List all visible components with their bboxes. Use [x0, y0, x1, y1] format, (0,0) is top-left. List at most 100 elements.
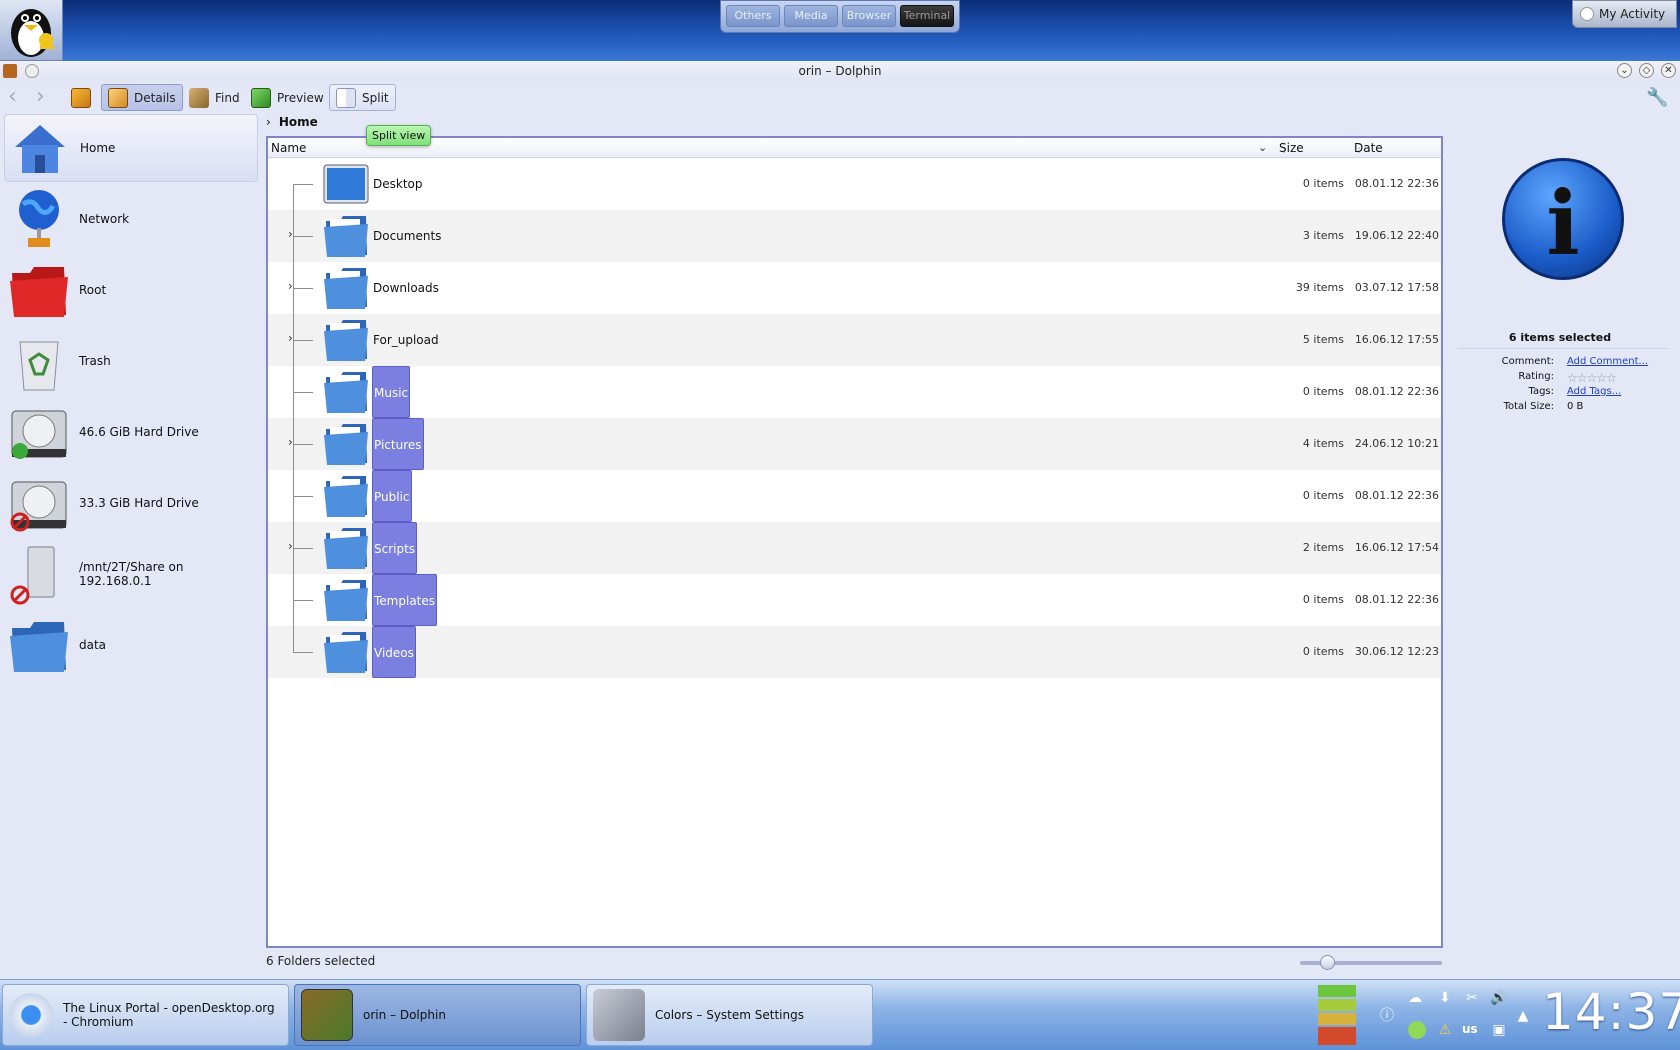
forward-icon[interactable]: › [36, 86, 45, 108]
place-data[interactable]: data [4, 611, 258, 679]
table-row[interactable]: › Scripts 2 items 16.06.12 17:54 [268, 522, 1441, 574]
table-row[interactable]: Desktop 0 items 08.01.12 22:36 [268, 158, 1441, 210]
file-size: 2 items [1302, 541, 1344, 554]
column-size[interactable]: Size [1279, 141, 1304, 155]
column-header: Name ⌄ ⋮ Size ⋮ Date [268, 138, 1441, 158]
desktop-others[interactable]: Others [726, 5, 780, 27]
titlebar[interactable]: orin – Dolphin ⌄ ◇ ✕ [0, 61, 1680, 81]
file-size: 0 items [1302, 489, 1344, 502]
battery-icon[interactable]: ▣ [1490, 1021, 1508, 1039]
find-button[interactable]: Find [183, 84, 246, 111]
file-name[interactable]: Templates [372, 574, 438, 626]
place-trash[interactable]: Trash [4, 327, 258, 395]
place-network[interactable]: Network [4, 185, 258, 253]
table-row[interactable]: › For_upload 5 items 16.06.12 17:55 [268, 314, 1441, 366]
info-notification-icon[interactable]: ⓘ [1378, 1007, 1396, 1025]
file-date: 08.01.12 22:36 [1354, 593, 1439, 606]
split-button[interactable]: Split [329, 84, 396, 111]
file-date: 16.06.12 17:55 [1354, 333, 1439, 346]
keyboard-layout[interactable]: us [1462, 1022, 1478, 1036]
rating-stars[interactable]: ☆☆☆☆☆ [1567, 371, 1617, 385]
network-share-icon [8, 543, 70, 605]
desktop-browser[interactable]: Browser [842, 5, 896, 27]
file-name[interactable]: For_upload [372, 314, 440, 366]
file-name[interactable]: Scripts [372, 522, 418, 574]
tray-expand-icon[interactable]: ▲ [1514, 1007, 1532, 1025]
minimize-icon[interactable]: ⌄ [1617, 63, 1632, 78]
desktop-media[interactable]: Media [784, 5, 838, 27]
cpu-monitor-icon[interactable] [1318, 985, 1356, 1045]
place-home[interactable]: Home [4, 114, 258, 182]
file-name[interactable]: Downloads [372, 262, 440, 314]
folder-icon [322, 629, 370, 675]
preview-button[interactable]: Preview [245, 84, 330, 111]
file-view[interactable]: Name ⌄ ⋮ Size ⋮ Date Desktop 0 items 08.01… [266, 136, 1443, 948]
desktop-terminal[interactable]: Terminal [900, 5, 954, 27]
task-label: The Linux Portal - openDesktop.org - Chr… [63, 1001, 275, 1029]
zoom-slider[interactable] [1300, 955, 1442, 970]
place-network-share[interactable]: /mnt/2T/Share on 192.168.0.1 [4, 540, 258, 608]
activity-label: My Activity [1599, 7, 1666, 21]
expand-chevron-icon[interactable]: › [288, 435, 293, 449]
place-hard-drive-46[interactable]: 46.6 GiB Hard Drive [4, 398, 258, 466]
file-name[interactable]: Pictures [372, 418, 424, 470]
table-row[interactable]: Templates 0 items 08.01.12 22:36 [268, 574, 1441, 626]
add-comment-link[interactable]: Add Comment... [1567, 356, 1648, 367]
file-date: 03.07.12 17:58 [1354, 281, 1439, 294]
table-row[interactable]: › Documents 3 items 19.06.12 22:40 [268, 210, 1441, 262]
table-row[interactable]: › Downloads 39 items 03.07.12 17:58 [268, 262, 1441, 314]
file-name[interactable]: Videos [372, 626, 416, 678]
updates-warning-icon[interactable]: ⚠ [1436, 1021, 1454, 1039]
clock[interactable]: 14:37 [1542, 983, 1680, 1041]
file-size: 0 items [1302, 593, 1344, 606]
table-row[interactable]: Public 0 items 08.01.12 22:36 [268, 470, 1441, 522]
table-row[interactable]: Videos 0 items 30.06.12 12:23 [268, 626, 1441, 678]
table-row[interactable]: Music 0 items 08.01.12 22:36 [268, 366, 1441, 418]
back-icon[interactable]: ‹ [8, 86, 17, 108]
task-chromium[interactable]: The Linux Portal - openDesktop.org - Chr… [2, 984, 289, 1046]
file-size: 0 items [1302, 385, 1344, 398]
expand-chevron-icon[interactable]: › [288, 279, 293, 293]
dolphin-icon [301, 989, 353, 1041]
file-name[interactable]: Public [372, 470, 412, 522]
details-view-button[interactable]: Details [101, 84, 183, 111]
find-label: Find [215, 90, 240, 105]
folder-icon [8, 614, 70, 676]
wrench-settings-icon[interactable]: 🔧 [1646, 87, 1668, 109]
network-status-icon[interactable] [1408, 1021, 1426, 1039]
total-size-value: 0 B [1567, 401, 1584, 412]
breadcrumb-home[interactable]: Home [279, 115, 318, 129]
file-name[interactable]: Desktop [372, 158, 424, 210]
task-dolphin[interactable]: orin – Dolphin [294, 984, 581, 1046]
sort-chevron-down-icon[interactable]: ⌄ [1258, 141, 1267, 154]
expand-chevron-icon[interactable]: › [288, 331, 293, 345]
download-icon[interactable]: ⬇ [1436, 989, 1454, 1007]
table-row[interactable]: › Pictures 4 items 24.06.12 10:21 [268, 418, 1441, 470]
tux-launcher-icon[interactable] [0, 0, 63, 61]
desktop-top-strip: Others Media Browser Terminal My Activit… [0, 0, 1680, 61]
comment-label: Comment: [1501, 356, 1554, 367]
file-name[interactable]: Documents [372, 210, 442, 262]
place-hard-drive-33[interactable]: 33.3 GiB Hard Drive [4, 469, 258, 537]
task-system-settings[interactable]: Colors – System Settings [586, 984, 873, 1046]
column-name[interactable]: Name [271, 141, 306, 155]
weather-icon[interactable]: ☁ [1406, 989, 1424, 1007]
dolphin-window: orin – Dolphin ⌄ ◇ ✕ ‹ › Details Find Pr… [0, 61, 1680, 979]
clipboard-scissors-icon[interactable]: ✂ [1463, 989, 1481, 1007]
place-root[interactable]: Root [4, 256, 258, 324]
place-label: Trash [79, 354, 111, 368]
breadcrumb[interactable]: › Home [266, 115, 318, 133]
file-name[interactable]: Music [372, 366, 411, 418]
icons-view-button[interactable] [68, 84, 96, 111]
my-activity-button[interactable]: My Activity [1572, 0, 1677, 28]
folder-icon [322, 421, 370, 467]
place-label: Home [80, 141, 116, 155]
add-tags-link[interactable]: Add Tags... [1567, 386, 1621, 397]
maximize-icon[interactable]: ◇ [1639, 63, 1654, 78]
close-icon[interactable]: ✕ [1661, 63, 1676, 78]
expand-chevron-icon[interactable]: › [288, 539, 293, 553]
column-date[interactable]: Date [1354, 141, 1383, 155]
volume-icon[interactable]: 🔊 [1490, 989, 1508, 1007]
expand-chevron-icon[interactable]: › [288, 227, 293, 241]
zoom-slider-handle[interactable] [1320, 955, 1335, 970]
